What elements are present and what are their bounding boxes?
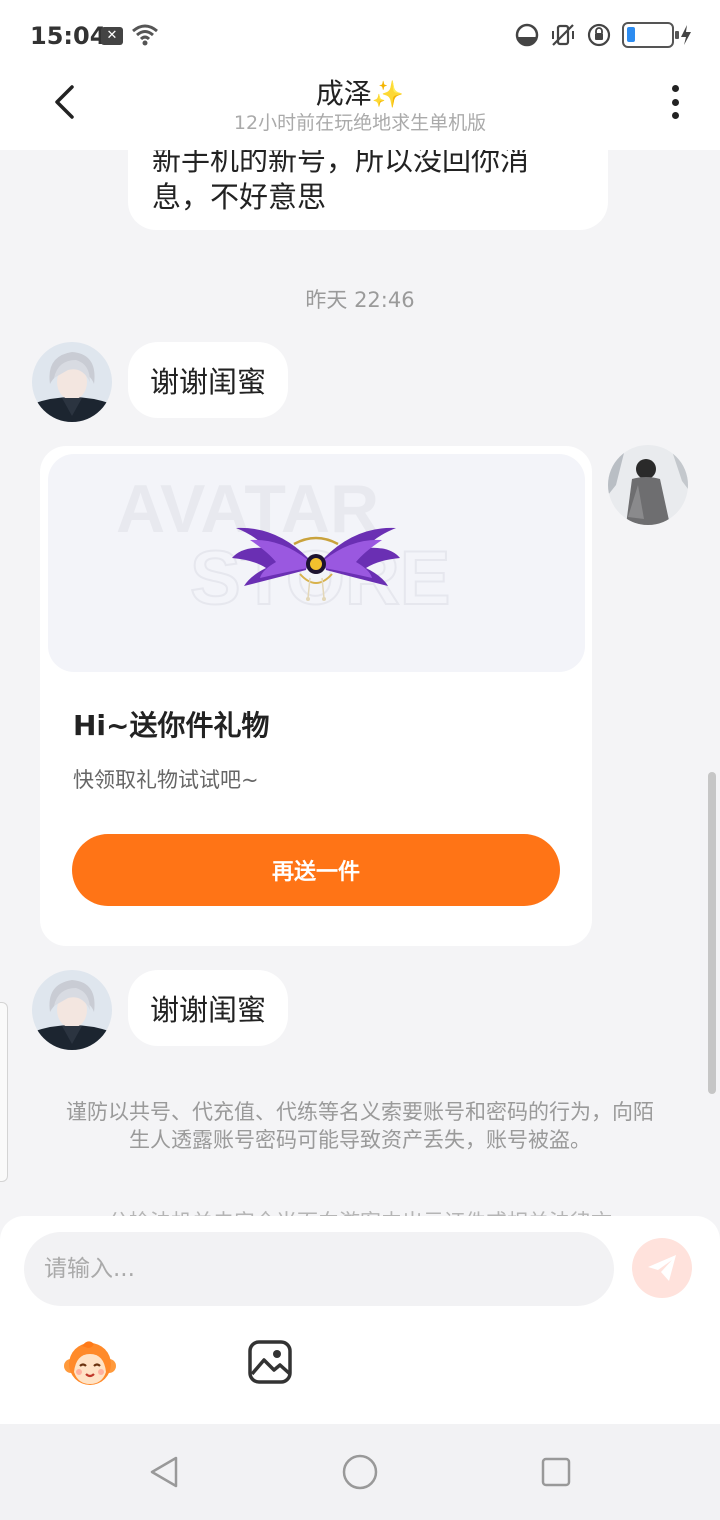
image-picker-button[interactable] (246, 1338, 294, 1386)
send-another-gift-button[interactable]: 再送一件 (72, 834, 560, 906)
contact-avatar[interactable] (32, 970, 112, 1050)
send-button[interactable] (632, 1238, 692, 1298)
contact-name: 成泽✨ (0, 72, 720, 112)
wifi-icon (132, 24, 158, 46)
emoji-button[interactable] (62, 1336, 118, 1392)
more-options-button[interactable] (660, 82, 690, 122)
rotation-lock-icon (587, 23, 611, 47)
monkey-emoji-icon (64, 1341, 116, 1385)
contact-status: 12小时前在玩绝地求生单机版 (233, 112, 487, 134)
message-input[interactable] (24, 1232, 614, 1306)
battery-icon (622, 22, 679, 48)
battery-level (627, 27, 636, 42)
gift-title: Hi~送你件礼物 (73, 709, 270, 742)
chat-scrollbar[interactable] (708, 772, 716, 1094)
nav-back-button[interactable] (144, 1452, 184, 1492)
side-panel-handle[interactable] (0, 1002, 8, 1182)
watermark-store: STORE (190, 536, 450, 621)
notification-x-icon: ✕ (101, 27, 123, 45)
message-bubble-received: 谢谢闺蜜 (128, 970, 289, 1046)
gift-image: AVATAR STORE (116, 471, 451, 622)
gift-subtitle: 快领取礼物试试吧~ (73, 768, 259, 792)
my-avatar[interactable] (608, 445, 688, 525)
input-panel (0, 1216, 720, 1424)
status-time: 15:04 (30, 22, 107, 50)
sparkle-icon: ✨ (371, 80, 405, 110)
image-icon (248, 1340, 292, 1384)
circle-home-icon (342, 1454, 378, 1490)
gift-banner: AVATAR STORE (48, 454, 585, 672)
contact-name-text: 成泽 (315, 77, 372, 110)
nav-home-button[interactable] (340, 1452, 380, 1492)
gift-card[interactable]: AVATAR STORE Hi~送你件礼物 快领取礼物试试吧~ 再送一件 (40, 446, 592, 946)
square-recents-icon (541, 1457, 571, 1487)
paper-plane-icon (648, 1255, 676, 1281)
triangle-back-icon (150, 1456, 178, 1488)
message-bubble-received: 新手机的新号，所以没回你消息，不好意思 (128, 150, 608, 230)
more-vertical-icon (671, 85, 679, 92)
chat-messages[interactable]: 新手机的新号，所以没回你消息，不好意思 昨天 22:46 谢谢闺蜜 AVATAR (0, 150, 720, 1218)
nav-recents-button[interactable] (536, 1452, 576, 1492)
data-saver-icon (515, 23, 539, 47)
contact-avatar[interactable] (32, 342, 112, 422)
chat-header: 成泽✨ 12小时前在玩绝地求生单机版 (0, 70, 720, 150)
message-timestamp: 昨天 22:46 (305, 288, 415, 312)
vibrate-off-icon (552, 24, 574, 46)
charging-icon (681, 25, 691, 45)
message-bubble-received: 谢谢闺蜜 (128, 342, 289, 418)
security-notice: 谨防以共号、代充值、代练等名义索要账号和密码的行为，向陌生人透露账号密码可能导致… (66, 1100, 654, 1152)
status-bar: 15:04 ✕ (0, 0, 720, 70)
system-nav-bar (0, 1424, 720, 1520)
